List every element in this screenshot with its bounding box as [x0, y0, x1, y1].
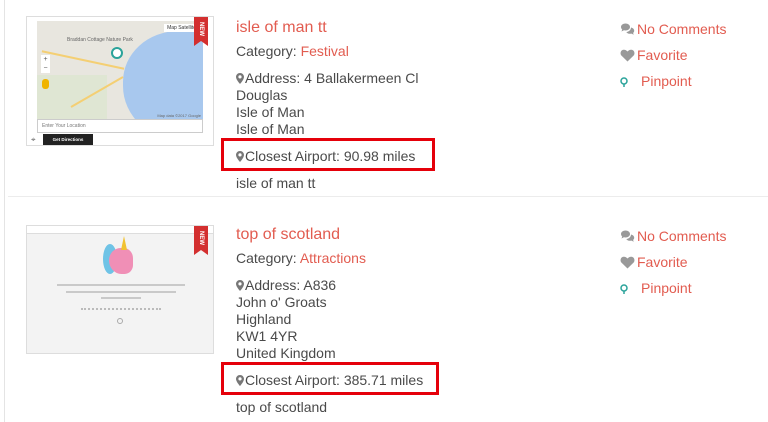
map-marker-icon [236, 151, 244, 162]
comments-link[interactable]: No Comments [620, 223, 760, 249]
pinpoint-icon [620, 283, 628, 294]
listing-category: Category: Attractions [236, 250, 616, 267]
map-preview: Braddan Cottage Nature Park Map Satellit… [37, 21, 203, 119]
category-label: Category: [236, 43, 301, 59]
location-input: Enter Your Location [37, 119, 203, 133]
comments-icon [621, 230, 635, 242]
address-line: Douglas [236, 87, 288, 103]
listing-details: top of scotland Category: Attractions Ad… [236, 225, 616, 362]
closest-airport: Closest Airport: 385.71 miles [236, 372, 423, 389]
heart-icon [620, 49, 635, 61]
listing-card: Braddan Cottage Nature Park Map Satellit… [0, 0, 768, 196]
map-marker-icon [236, 280, 244, 291]
website-screenshot [27, 226, 213, 353]
listing-actions: No Comments Favorite Pinpoint [620, 16, 760, 94]
map-marker-icon [236, 375, 244, 386]
address-line: Highland [236, 311, 292, 327]
map-pin-icon [111, 47, 123, 59]
listing-title[interactable]: isle of man tt [236, 18, 616, 38]
pinpoint-link[interactable]: Pinpoint [620, 275, 760, 301]
category-link[interactable]: Attractions [300, 250, 366, 266]
listing-address: Address: 4 Ballakermeen Cl Douglas Isle … [236, 70, 616, 138]
map-credit: Map data ©2017 Google [157, 113, 201, 118]
map-place-label: Braddan Cottage Nature Park [67, 37, 133, 43]
listing-address: Address: A836 John o' Groats Highland KW… [236, 277, 616, 362]
address-line: Isle of Man [236, 104, 305, 120]
listing-details: isle of man tt Category: Festival Addres… [236, 18, 616, 138]
address-line: Address: A836 [236, 277, 616, 294]
comments-icon [621, 23, 635, 35]
closest-airport: Closest Airport: 90.98 miles [236, 148, 415, 165]
listing-excerpt: top of scotland [236, 399, 328, 415]
category-link[interactable]: Festival [301, 43, 349, 59]
zoom-control-icon: + − [41, 55, 50, 73]
crosshair-icon: ⌖ [31, 135, 36, 144]
address-line: KW1 4YR [236, 328, 298, 344]
pegman-icon [42, 79, 49, 89]
listing-thumbnail[interactable]: NEW [26, 225, 214, 354]
new-badge: NEW [194, 226, 208, 255]
listing-thumbnail[interactable]: Braddan Cottage Nature Park Map Satellit… [26, 16, 214, 146]
favorite-link[interactable]: Favorite [620, 249, 760, 275]
unicorn-icon [109, 248, 133, 274]
listing-category: Category: Festival [236, 43, 616, 60]
pinpoint-icon [620, 76, 628, 87]
address-line: John o' Groats [236, 294, 327, 310]
heart-icon [620, 256, 635, 268]
map-marker-icon [236, 73, 244, 84]
listing-actions: No Comments Favorite Pinpoint [620, 223, 760, 301]
comments-link[interactable]: No Comments [620, 16, 760, 42]
address-line: Isle of Man [236, 121, 305, 137]
favorite-link[interactable]: Favorite [620, 42, 760, 68]
pinpoint-link[interactable]: Pinpoint [620, 68, 760, 94]
listing-excerpt: isle of man tt [236, 175, 316, 191]
category-label: Category: [236, 250, 300, 266]
listing-divider [8, 196, 768, 197]
address-line: Address: 4 Ballakermeen Cl [236, 70, 616, 87]
get-directions-button: Get Directions [43, 134, 93, 145]
listing-card: NEW top of scotland Category: Attraction… [0, 207, 768, 422]
new-badge: NEW [194, 17, 208, 46]
address-line: United Kingdom [236, 345, 336, 361]
listing-title[interactable]: top of scotland [236, 225, 616, 245]
